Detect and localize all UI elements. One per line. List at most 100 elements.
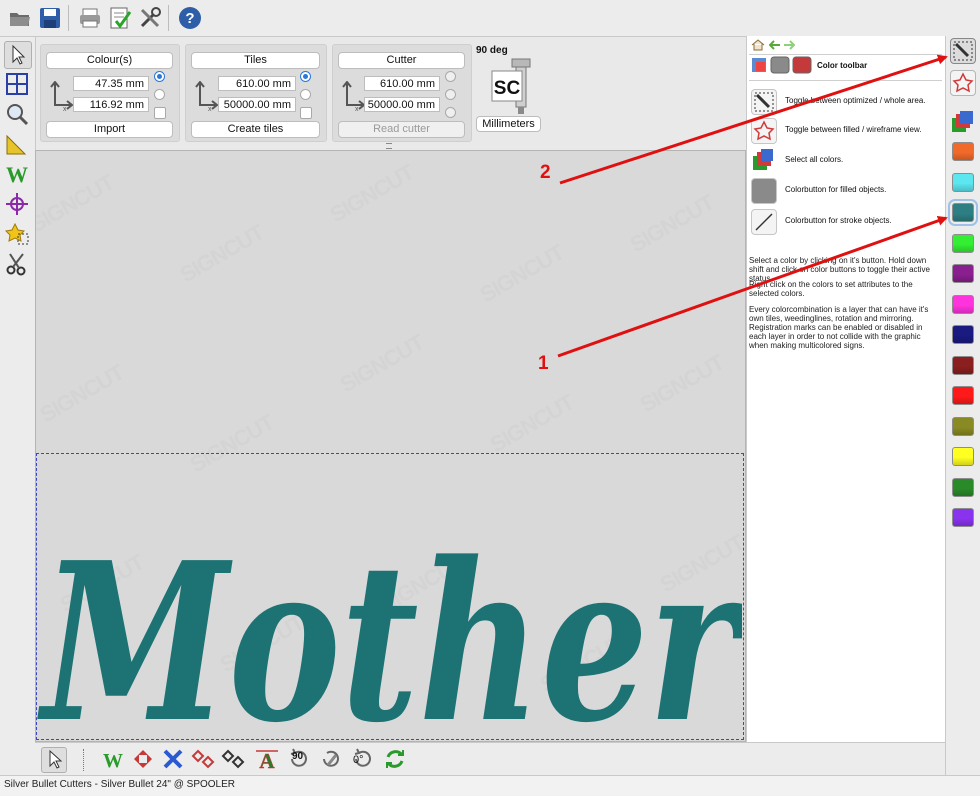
measure-icon[interactable] xyxy=(4,131,30,157)
svg-text:A: A xyxy=(259,749,275,771)
cutter-radio-2[interactable] xyxy=(445,89,456,100)
tiles-title-button[interactable]: Tiles xyxy=(191,52,320,69)
color-swatch-9[interactable] xyxy=(952,386,974,405)
tiles-width-field[interactable]: 610.00 mm xyxy=(218,76,296,91)
open-folder-icon[interactable] xyxy=(8,6,32,30)
read-cutter-button[interactable]: Read cutter xyxy=(338,121,465,138)
svg-text:x: x xyxy=(63,106,67,111)
forward-arrow-icon[interactable] xyxy=(783,40,796,53)
help-item-filled: Toggle between filled / wireframe view. xyxy=(751,118,941,144)
weed-tool-icon[interactable]: W xyxy=(4,161,30,187)
save-icon[interactable] xyxy=(38,6,62,30)
tiles-panel: Tiles x 610.00 mm 50000.00 mm Create til… xyxy=(185,44,327,142)
color-toolbar-preview-icon xyxy=(751,56,813,74)
colours-title-button[interactable]: Colour(s) xyxy=(46,52,173,69)
pointer-tool-icon[interactable] xyxy=(4,41,32,69)
group-icon[interactable] xyxy=(191,747,215,771)
cutter-title-button[interactable]: Cutter xyxy=(338,52,465,69)
mirror-icon[interactable] xyxy=(319,747,343,771)
cutter-radio-1[interactable] xyxy=(445,71,456,82)
watermark: SIGNCUT xyxy=(635,349,728,418)
help-paragraph-3: Every colorcombination is a layer that c… xyxy=(749,305,929,350)
color-swatch-4[interactable] xyxy=(952,233,974,253)
create-tiles-button[interactable]: Create tiles xyxy=(191,121,320,138)
annotation-label-2: 2 xyxy=(540,162,551,183)
refresh-icon[interactable] xyxy=(383,747,407,771)
filled-colorbutton-icon xyxy=(751,178,777,204)
design-canvas[interactable]: SIGNCUT SIGNCUT SIGNCUT SIGNCUT SIGNCUT … xyxy=(35,150,746,742)
annotation-label-1: 1 xyxy=(538,353,549,374)
weed-border-icon[interactable] xyxy=(131,747,155,771)
color-swatch-12[interactable] xyxy=(952,477,974,497)
weed-lines-icon[interactable]: W xyxy=(101,747,125,772)
zoom-icon[interactable] xyxy=(4,101,30,127)
scissors-icon[interactable] xyxy=(4,251,30,277)
help-item-optimized: Toggle between optimized / whole area. xyxy=(751,89,941,115)
ungroup-icon[interactable] xyxy=(221,747,245,771)
select-all-colors-button[interactable] xyxy=(951,110,975,134)
rotate-angle-label: 0° xyxy=(353,754,364,766)
splitter-handle[interactable] xyxy=(386,143,392,149)
help-item-label: Colorbutton for stroke objects. xyxy=(785,216,892,225)
colours-radio-2[interactable] xyxy=(154,89,165,100)
color-swatch-5[interactable] xyxy=(952,264,974,283)
color-swatch-8[interactable] xyxy=(952,355,974,375)
svg-text:W: W xyxy=(6,162,28,187)
tiles-checkbox[interactable] xyxy=(300,107,312,119)
wireframe-star-icon xyxy=(751,118,777,144)
rotation-label: 90 deg xyxy=(476,45,508,56)
toolbar-separator xyxy=(83,749,86,771)
pointer-tool-icon[interactable] xyxy=(41,747,67,773)
tiles-height-field[interactable]: 50000.00 mm xyxy=(218,97,296,112)
watermark: SIGNCUT xyxy=(475,239,568,308)
color-swatch-2[interactable] xyxy=(952,172,974,192)
color-swatch-1[interactable] xyxy=(952,142,974,161)
toolbar-separator xyxy=(68,5,69,31)
toggle-wireframe-button[interactable] xyxy=(950,70,976,96)
divider xyxy=(749,54,942,55)
logo-text: SC xyxy=(494,78,521,99)
bottom-toolbar: W A 90 0° xyxy=(35,742,945,776)
import-button[interactable]: Import xyxy=(46,121,173,138)
tiles-radio-2[interactable] xyxy=(300,89,311,100)
stroke-colorbutton-icon xyxy=(751,209,777,235)
star-select-icon[interactable] xyxy=(4,221,30,247)
color-toolbar-help-panel: Color toolbar Toggle between optimized /… xyxy=(746,36,945,742)
help-icon[interactable]: ? xyxy=(178,6,202,30)
text-tool-icon[interactable]: A xyxy=(255,747,279,773)
watermark: SIGNCUT xyxy=(625,189,718,258)
tools-icon[interactable] xyxy=(138,6,162,30)
color-swatch-6[interactable] xyxy=(952,294,974,314)
registration-mark-icon[interactable] xyxy=(4,191,30,217)
delete-icon[interactable] xyxy=(161,747,185,771)
checklist-icon[interactable] xyxy=(108,6,132,30)
help-item-label: Toggle between optimized / whole area. xyxy=(785,96,926,105)
colours-width-field[interactable]: 47.35 mm xyxy=(73,76,149,91)
back-arrow-icon[interactable] xyxy=(768,40,781,53)
home-icon[interactable] xyxy=(751,39,765,54)
cutter-height-field[interactable]: 50000.00 mm xyxy=(364,97,440,112)
color-swatch-11[interactable] xyxy=(952,447,974,466)
toolbar-separator xyxy=(168,5,169,31)
color-swatch-7[interactable] xyxy=(952,325,974,344)
svg-text:W: W xyxy=(103,750,123,771)
colours-height-field[interactable]: 116.92 mm xyxy=(73,97,149,112)
help-item-select-all: Select all colors. xyxy=(751,148,941,174)
colours-checkbox[interactable] xyxy=(154,107,166,119)
units-button[interactable]: Millimeters xyxy=(476,116,541,132)
svg-text:x: x xyxy=(355,106,359,111)
color-swatch-13[interactable] xyxy=(952,508,974,527)
color-bar xyxy=(945,36,980,775)
color-swatch-3[interactable] xyxy=(948,199,978,226)
grid-tool-icon[interactable] xyxy=(4,71,30,97)
color-swatch-10[interactable] xyxy=(952,416,974,436)
help-item-label: Select all colors. xyxy=(785,155,844,164)
toggle-optimized-area-button[interactable] xyxy=(950,38,976,64)
mother-text-graphic[interactable]: Mother xyxy=(36,451,745,741)
tiles-radio-1[interactable] xyxy=(300,71,311,82)
cutter-width-field[interactable]: 610.00 mm xyxy=(364,76,440,91)
printer-icon[interactable] xyxy=(78,6,102,30)
cutter-radio-3[interactable] xyxy=(445,107,456,118)
watermark: SIGNCUT xyxy=(335,329,428,398)
colours-radio-1[interactable] xyxy=(154,71,165,82)
